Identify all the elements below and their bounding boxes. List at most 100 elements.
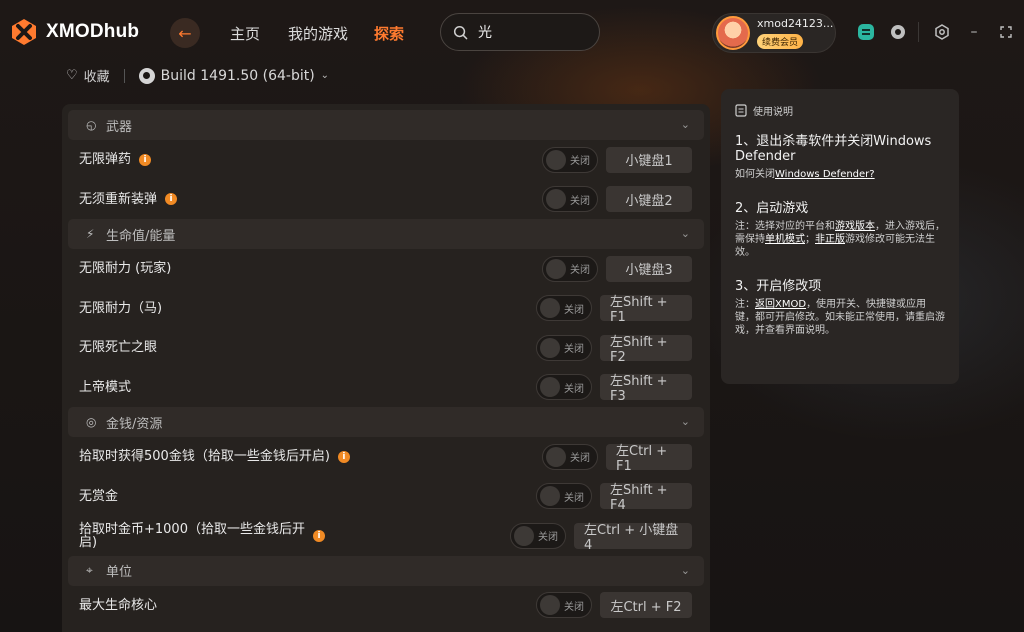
toggle-state: 关闭 xyxy=(564,344,584,356)
chevron-down-icon[interactable]: ⌄ xyxy=(681,118,690,131)
toggle-state: 关闭 xyxy=(564,492,584,504)
cheat-toggle[interactable]: 关闭 xyxy=(542,443,598,470)
toggle-state: 关闭 xyxy=(564,383,584,395)
nav-my-games[interactable]: 我的游戏 xyxy=(288,23,348,44)
app-logo[interactable]: XMODhub xyxy=(10,18,139,46)
section-header-money-resources[interactable]: ◎ 金钱/资源 ⌄ xyxy=(68,407,704,437)
toggle-state: 关闭 xyxy=(538,532,558,544)
toggle-state: 关闭 xyxy=(564,304,584,316)
money-bag-icon: ◎ xyxy=(86,415,97,429)
cheat-row: 无限死亡之眼 关闭 左Shift + F2 xyxy=(68,328,704,368)
step-title: 3、开启修改项 xyxy=(735,279,822,294)
cheat-toggle[interactable]: 关闭 xyxy=(536,374,592,401)
game-subheader: ♡ 收藏 Build 1491.50 (64-bit) ⌄ xyxy=(66,66,329,85)
step-title: 2、启动游戏 xyxy=(735,201,809,216)
hotkey-button[interactable]: 小键盘2 xyxy=(606,186,692,213)
settings-icon[interactable] xyxy=(932,22,952,42)
section-header-weapons[interactable]: ◵ 武器 ⌄ xyxy=(68,110,704,140)
toggle-state: 关闭 xyxy=(570,265,590,277)
hotkey-button[interactable]: 小键盘1 xyxy=(606,146,692,173)
hotkey-button[interactable]: 左Shift + F4 xyxy=(600,483,692,513)
cheat-list-panel: ◵ 武器 ⌄ 无限弹药 i 关闭 小键盘1 无须重新装弹 i 关闭 小键盘2 ⚡… xyxy=(62,104,710,632)
info-icon[interactable]: i xyxy=(165,193,178,206)
return-xmod-link[interactable]: 返回XMOD xyxy=(755,299,806,310)
cheat-toggle[interactable]: 关闭 xyxy=(542,186,598,213)
fullscreen-icon[interactable] xyxy=(996,22,1016,42)
toggle-state: 关闭 xyxy=(570,453,590,465)
hotkey-button[interactable]: 左Ctrl + F1 xyxy=(606,443,692,474)
windows-defender-link[interactable]: Windows Defender? xyxy=(775,169,875,180)
section-title: 武器 xyxy=(106,119,133,135)
info-icon[interactable]: i xyxy=(313,529,325,542)
cheat-toggle[interactable]: 关闭 xyxy=(536,295,592,322)
membership-badge[interactable]: 续费会员 xyxy=(757,34,804,49)
target-icon: ⌖ xyxy=(86,563,93,577)
hotkey-button[interactable]: 左Shift + F3 xyxy=(600,374,692,404)
steam-icon xyxy=(138,67,155,84)
cheat-toggle[interactable]: 关闭 xyxy=(536,483,592,510)
divider xyxy=(918,22,919,42)
hotkey-button[interactable]: 左Ctrl + 小键盘4 xyxy=(574,522,692,553)
chevron-down-icon[interactable]: ⌄ xyxy=(321,70,329,81)
search-input[interactable]: 光 xyxy=(440,13,600,51)
non-genuine-link[interactable]: 非正版 xyxy=(815,234,845,245)
cheat-row: 无须重新装弹 i 关闭 小键盘2 xyxy=(68,180,704,220)
notification-icon[interactable] xyxy=(888,22,908,42)
nav-home[interactable]: 主页 xyxy=(230,23,260,44)
cheat-row: 最大生命核心 关闭 左Ctrl + F2 xyxy=(68,586,704,626)
document-icon xyxy=(735,104,747,117)
section-title: 单位 xyxy=(106,565,133,580)
cheat-label: 无限耐力 (玩家) xyxy=(79,261,172,277)
usage-instructions-card: 使用说明 1、退出杀毒软件并关闭Windows Defender 如何关闭Win… xyxy=(721,89,959,384)
step-desc: 如何关闭 xyxy=(735,169,775,180)
logo-text: XMODhub xyxy=(46,21,140,42)
cheat-toggle[interactable]: 关闭 xyxy=(536,334,592,361)
points-icon[interactable] xyxy=(856,22,876,42)
chevron-down-icon[interactable]: ⌄ xyxy=(681,227,690,240)
game-version-link[interactable]: 游戏版本 xyxy=(835,221,875,232)
cheat-toggle[interactable]: 关闭 xyxy=(542,255,598,282)
single-player-link[interactable]: 单机模式 xyxy=(765,234,805,245)
heart-icon[interactable]: ♡ xyxy=(66,68,78,83)
hotkey-button[interactable]: 左Ctrl + F2 xyxy=(600,592,692,619)
toggle-state: 关闭 xyxy=(564,601,584,613)
cheat-toggle[interactable]: 关闭 xyxy=(510,522,566,549)
nav-explore[interactable]: 探索 xyxy=(374,23,404,44)
section-title: 生命值/能量 xyxy=(106,228,176,244)
section-header-units[interactable]: ⌖ 单位 ⌄ xyxy=(68,555,704,586)
cheat-row: 无限弹药 i 关闭 小键盘1 xyxy=(68,140,704,180)
step-desc: ； xyxy=(805,234,815,245)
user-profile[interactable]: xmod24123... 续费会员 xyxy=(712,13,836,53)
cheat-row: 无限耐力（马) 关闭 左Shift + F1 xyxy=(68,289,704,329)
user-name: xmod24123... xyxy=(757,17,834,30)
toggle-state: 关闭 xyxy=(570,156,590,168)
hotkey-button[interactable]: 小键盘3 xyxy=(606,255,692,282)
lightning-icon: ⚡ xyxy=(86,227,95,241)
info-icon[interactable]: i xyxy=(139,153,152,166)
hotkey-button[interactable]: 左Shift + F1 xyxy=(600,295,692,325)
divider xyxy=(123,68,125,83)
cheat-label: 无须重新装弹 xyxy=(79,191,158,207)
chevron-down-icon[interactable]: ⌄ xyxy=(681,415,690,428)
favorite-button[interactable]: 收藏 xyxy=(84,66,110,85)
chevron-down-icon[interactable]: ⌄ xyxy=(681,564,690,577)
cheat-label: 拾取时获得500金钱（拾取一些金钱后开启) xyxy=(79,449,330,465)
cheat-label: 上帝模式 xyxy=(79,379,132,395)
cheat-label: 无限耐力（马) xyxy=(79,300,163,316)
cheat-row: 上帝模式 关闭 左Shift + F3 xyxy=(68,368,704,408)
cheat-row: 无赏金 关闭 左Shift + F4 xyxy=(68,477,704,517)
step-desc: 注：选择对应的平台和 xyxy=(735,221,835,232)
cheat-label: 拾取时金币+1000（拾取一些金钱后开启) xyxy=(79,521,305,550)
cheat-label: 最大生命核心 xyxy=(79,597,158,613)
cheat-label: 无赏金 xyxy=(79,488,119,504)
minimize-icon[interactable]: – xyxy=(964,22,984,42)
cheat-toggle[interactable]: 关闭 xyxy=(542,146,598,173)
section-header-health-energy[interactable]: ⚡ 生命值/能量 ⌄ xyxy=(68,219,704,249)
info-icon[interactable]: i xyxy=(337,450,350,463)
help-step-2: 2、启动游戏 注：选择对应的平台和游戏版本，进入游戏后，需保持单机模式；非正版游… xyxy=(735,201,945,259)
cheat-toggle[interactable]: 关闭 xyxy=(536,592,592,619)
top-bar: XMODhub ← 主页 我的游戏 探索 光 xmod24123... 续费会员… xyxy=(0,0,1024,64)
back-button[interactable]: ← xyxy=(170,18,200,48)
build-version-dropdown[interactable]: Build 1491.50 (64-bit) xyxy=(161,68,315,84)
hotkey-button[interactable]: 左Shift + F2 xyxy=(600,334,692,365)
